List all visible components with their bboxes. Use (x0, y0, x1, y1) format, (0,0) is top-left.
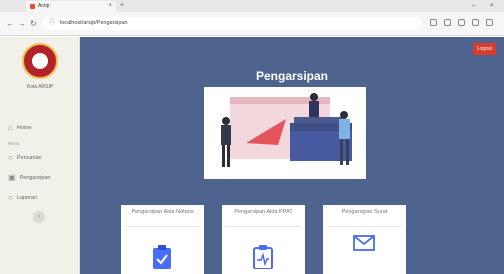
clipboard-check-icon (153, 245, 171, 269)
card-label: Pengarsipan Akta Notaris (131, 209, 194, 215)
search-icon: ○ (8, 153, 13, 162)
archive-illustration (204, 87, 366, 179)
browser-tab[interactable]: Arsip × (26, 1, 116, 12)
home-icon: ⌂ (8, 123, 13, 132)
sidebar: Kota ARSIP ⌂ Home Menu ○ Pencarian ▣ Pen… (0, 37, 80, 274)
browser-tab-bar: Arsip × + – × (0, 0, 504, 12)
logout-button[interactable]: Logout (472, 43, 496, 55)
sidebar-item-label: Pencarian (16, 154, 42, 161)
sidebar-item-label: Home (16, 124, 32, 131)
card-label: Pengarsipan Akta PPAT (234, 209, 293, 215)
logo (22, 43, 58, 79)
info-icon: ⓘ (49, 20, 56, 26)
star-icon[interactable] (430, 19, 437, 26)
tab-close-icon[interactable]: × (108, 2, 112, 11)
browser-toolbar: ← → ↻ ⓘ localhost/arsip/Pengarsipan (0, 12, 504, 36)
url-text: localhost/arsip/Pengarsipan (60, 20, 128, 26)
main-content: Logout Pengarsipan Pengarsipan Akta Nota… (80, 37, 504, 274)
back-icon[interactable]: ← (6, 18, 14, 30)
sidebar-item-pencarian[interactable]: ○ Pencarian (8, 153, 42, 162)
new-tab-button[interactable]: + (120, 1, 124, 11)
tab-title: Arsip (38, 3, 50, 9)
menu-icon[interactable] (486, 19, 493, 26)
archive-icon: ▣ (8, 173, 16, 182)
card-divider (327, 226, 402, 227)
card-akta-ppat[interactable]: Pengarsipan Akta PPAT (222, 205, 305, 274)
sidebar-toggle-button[interactable]: ‹ (33, 211, 45, 223)
sidebar-item-pengarsipan[interactable]: ▣ Pengarsipan (8, 173, 50, 182)
envelope-icon (353, 235, 375, 251)
sidebar-item-label: Laporan (16, 194, 38, 201)
card-akta-notaris[interactable]: Pengarsipan Akta Notaris (121, 205, 204, 274)
extension-icon[interactable] (444, 19, 451, 26)
card-list: Pengarsipan Akta Notaris Pengarsipan Akt… (80, 205, 504, 274)
address-bar[interactable]: ⓘ localhost/arsip/Pengarsipan (42, 17, 422, 30)
sidebar-item-home[interactable]: ⌂ Home (8, 123, 32, 132)
card-divider (125, 226, 200, 227)
reload-icon[interactable]: ↻ (30, 18, 37, 30)
logo-caption: Kota ARSIP (26, 84, 54, 90)
profile-icon[interactable] (472, 19, 479, 26)
favicon-icon (30, 4, 35, 9)
window-close-icon[interactable]: × (490, 0, 494, 12)
card-surat[interactable]: Pengarsipan Surat (323, 205, 406, 274)
card-divider (226, 226, 301, 227)
card-label: Pengarsipan Surat (341, 209, 388, 215)
forward-icon[interactable]: → (18, 18, 26, 30)
sidebar-section-label: Menu (8, 141, 20, 146)
logo-emblem-icon (32, 53, 48, 69)
minimize-icon[interactable]: – (472, 0, 475, 12)
download-icon[interactable] (458, 19, 465, 26)
sidebar-item-label: Pengarsipan (19, 174, 51, 181)
page-title: Pengarsipan (255, 69, 329, 83)
hero-illustration (204, 87, 366, 179)
sidebar-item-laporan[interactable]: ○ Laporan (8, 193, 37, 202)
report-icon: ○ (8, 193, 13, 202)
clipboard-pulse-icon (253, 245, 273, 269)
